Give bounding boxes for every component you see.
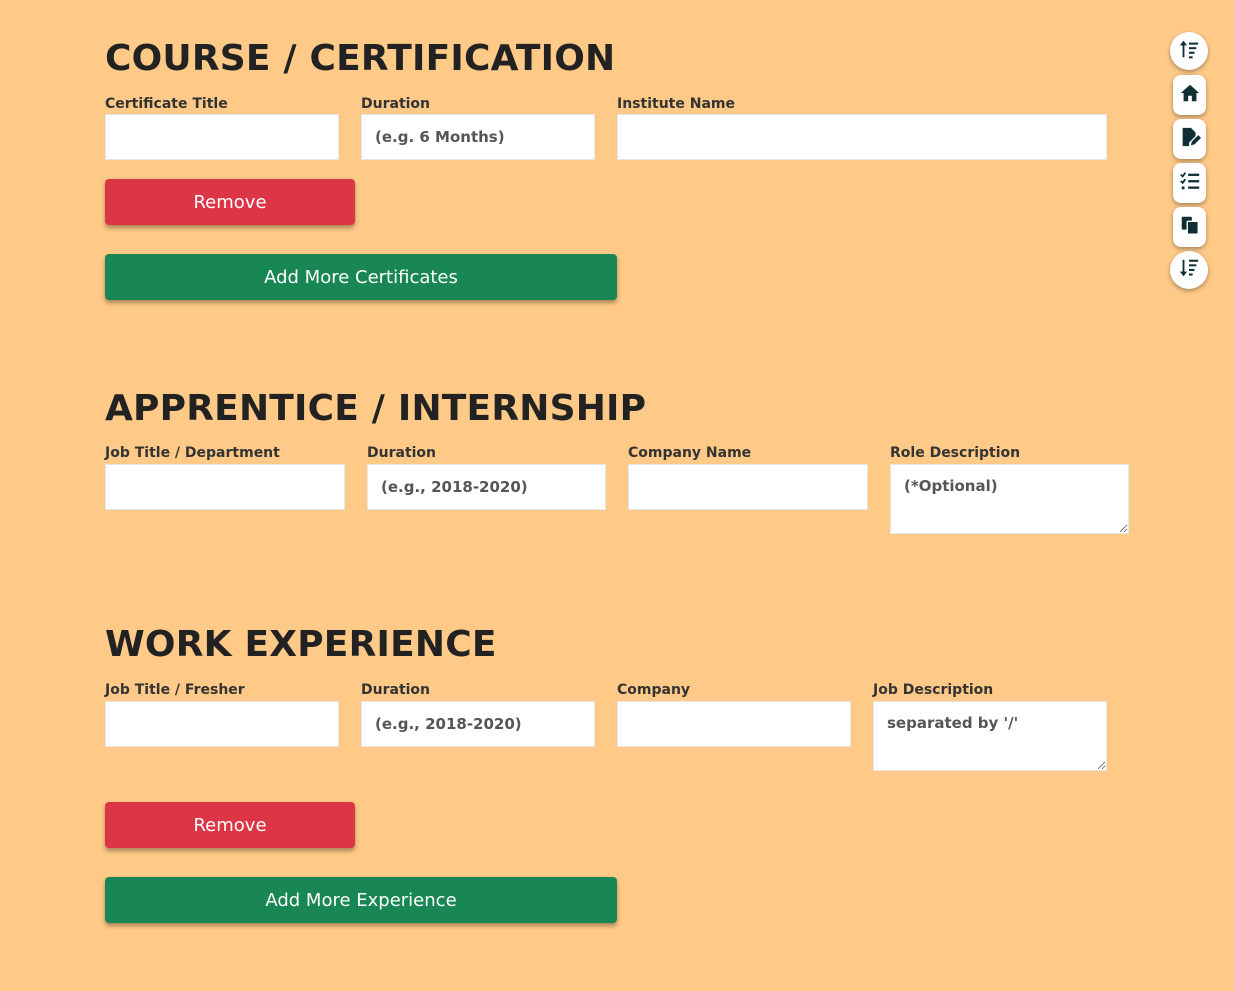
course-section-title: COURSE / CERTIFICATION (105, 38, 616, 79)
company-name-input[interactable] (628, 464, 868, 510)
scroll-bottom-button[interactable] (1170, 251, 1208, 289)
remove-experience-button[interactable]: Remove (105, 802, 355, 848)
job-description-textarea[interactable] (873, 701, 1107, 771)
work-duration-label: Duration (361, 682, 431, 698)
copy-nav-button[interactable] (1173, 207, 1206, 247)
company-name-label: Company Name (628, 445, 752, 461)
institute-name-input[interactable] (617, 114, 1107, 160)
work-duration-input[interactable] (361, 701, 595, 747)
checklist-icon (1179, 170, 1201, 196)
work-job-title-label: Job Title / Fresher (105, 682, 245, 698)
internship-job-title-input[interactable] (105, 464, 345, 510)
home-icon (1179, 82, 1201, 108)
certificate-title-label: Certificate Title (105, 96, 228, 112)
role-description-textarea[interactable] (890, 464, 1129, 534)
certificate-title-input[interactable] (105, 114, 339, 160)
work-company-input[interactable] (617, 701, 851, 747)
add-more-certificates-button[interactable]: Add More Certificates (105, 254, 617, 300)
copy-icon (1179, 214, 1201, 240)
internship-duration-label: Duration (367, 445, 437, 461)
edit-nav-button[interactable] (1173, 119, 1206, 159)
checklist-nav-button[interactable] (1173, 163, 1206, 203)
home-nav-button[interactable] (1173, 75, 1206, 115)
add-more-experience-button[interactable]: Add More Experience (105, 877, 617, 923)
institute-name-label: Institute Name (617, 96, 735, 112)
course-duration-label: Duration (361, 96, 431, 112)
work-section-title: WORK EXPERIENCE (105, 624, 497, 665)
file-edit-icon (1179, 126, 1201, 152)
internship-duration-input[interactable] (367, 464, 606, 510)
internship-section-title: APPRENTICE / INTERNSHIP (105, 388, 647, 429)
remove-certificate-button[interactable]: Remove (105, 179, 355, 225)
sort-down-icon (1178, 257, 1200, 283)
job-description-label: Job Description (873, 682, 994, 698)
work-job-title-input[interactable] (105, 701, 339, 747)
course-duration-input[interactable] (361, 114, 595, 160)
internship-job-title-label: Job Title / Department (105, 445, 280, 461)
scroll-top-button[interactable] (1170, 32, 1208, 70)
work-company-label: Company (617, 682, 691, 698)
role-description-label: Role Description (890, 445, 1021, 461)
sort-up-icon (1178, 38, 1200, 64)
